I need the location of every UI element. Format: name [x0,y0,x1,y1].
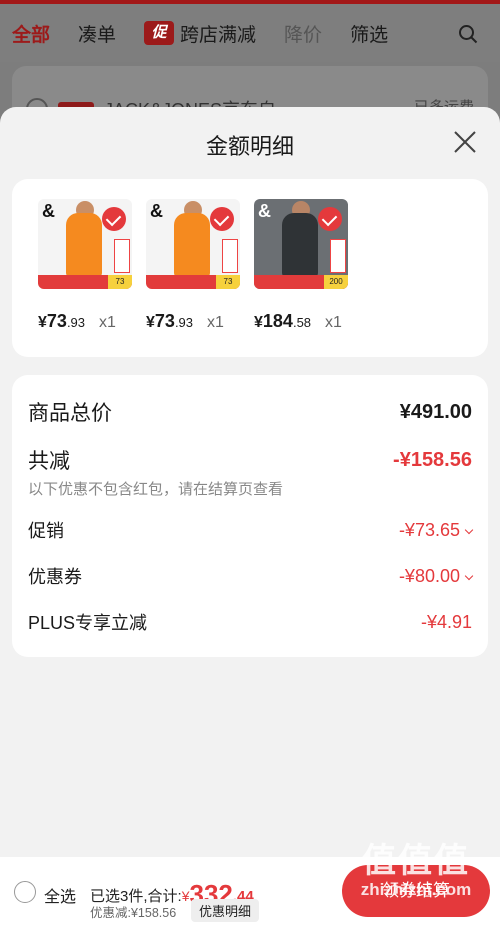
product-quantity: x1 [325,314,342,331]
product-quantity: x1 [99,314,116,331]
reduce-hint: 以下优惠不包含红包，请在结算页查看 [28,481,284,498]
price-decimal: .93 [174,315,194,330]
price-symbol: ¥ [146,314,155,331]
chevron-down-icon[interactable] [464,571,474,580]
price-integer: 73 [154,311,175,331]
image-price-strip-end: 73 [216,275,240,289]
discount-text: 优惠减:¥158.56 [90,906,177,920]
watermark: 值值值 zhizhizhi.com [342,842,490,900]
coupon-row[interactable]: 优惠券 -¥80.00 [28,563,474,589]
model-shirt [66,213,102,277]
brand-logo-icon: & [150,201,163,221]
total-reduce-row: 共减 -¥158.56 [28,445,472,475]
sheet-title: 金额明细 [205,134,294,159]
product-item[interactable]: & 73 ¥ 73 .93 x1 [38,199,134,357]
tab-filter[interactable]: 筛选 [350,20,388,47]
plus-row: PLUS专享立减 -¥4.91 [28,609,472,635]
total-price-label: 商品总价 [28,402,112,425]
brand-logo-icon: & [258,201,271,221]
plus-label: PLUS专享立减 [28,613,148,633]
check-icon [318,207,342,231]
coupon-value-wrap: -¥80.00 [398,565,474,587]
image-price-strip-end: 73 [108,275,132,289]
price-symbol: ¥ [254,314,263,331]
promo-row[interactable]: 促销 -¥73.65 [28,517,474,543]
promo-label: 促销 [28,521,64,541]
model-shirt [174,213,210,277]
product-price: ¥ 73 .93 x1 [146,311,242,332]
price-integer: 184 [262,311,293,331]
price-summary: 商品总价 ¥491.00 共减 -¥158.56 以下优惠不包含红包，请在结算页… [12,375,488,657]
product-item[interactable]: & 200 ¥ 184 .58 x1 [254,199,350,357]
coupon-value: -¥80.00 [398,565,460,586]
close-icon[interactable] [452,129,478,155]
promo-value-wrap: -¥73.65 [398,519,474,541]
product-image: & 73 [146,199,240,289]
price-decimal: .93 [66,315,86,330]
check-icon [210,207,234,231]
price-symbol: ¥ [38,314,47,331]
sheet-header: 金额明细 [0,107,500,179]
tab-all[interactable]: 全部 [12,20,50,47]
background-tabs: 全部 凑单 促 跨店满减 降价 筛选 [0,4,500,62]
tab-price-drop[interactable]: 降价 [284,20,322,47]
product-price: ¥ 73 .93 x1 [38,311,134,332]
tab-cross-store-label: 跨店满减 [180,24,257,46]
image-side-tag [330,239,346,273]
product-image: & 73 [38,199,132,289]
total-reduce-value: -¥158.56 [393,448,472,471]
model-jacket [282,213,318,277]
watermark-logo: 值值值 [362,842,470,880]
image-side-tag [114,239,130,273]
total-price-value: ¥491.00 [399,400,472,423]
select-all-label[interactable]: 全选 [44,883,76,907]
chevron-down-icon[interactable] [464,525,474,534]
total-reduce-label: 共减 [28,450,70,473]
amount-detail-sheet: 金额明细 & 73 ¥ 73 .93 x1 & 73 ¥ 73 .93 x1 &… [0,107,500,857]
watermark-url: zhizhizhi.com [360,880,472,899]
product-item[interactable]: & 73 ¥ 73 .93 x1 [146,199,242,357]
total-symbol: ¥ [181,888,190,904]
product-price: ¥ 184 .58 x1 [254,311,350,332]
select-all-radio[interactable] [14,881,36,903]
total-price-row: 商品总价 ¥491.00 [28,397,472,427]
product-image: & 200 [254,199,348,289]
price-decimal: .58 [292,315,312,330]
tab-cross-store[interactable]: 促 跨店满减 [144,20,256,47]
check-icon [102,207,126,231]
coupon-label: 优惠券 [28,567,82,587]
brand-logo-icon: & [42,201,55,221]
image-side-tag [222,239,238,273]
promo-value: -¥73.65 [398,519,460,540]
discount-detail-button[interactable]: 优惠明细 [191,899,260,922]
price-integer: 73 [46,311,67,331]
product-list: & 73 ¥ 73 .93 x1 & 73 ¥ 73 .93 x1 & 200 … [12,179,488,357]
promo-tag: 促 [144,21,175,45]
background-header: 全部 凑单 促 跨店满减 降价 筛选 [0,0,500,62]
product-quantity: x1 [207,314,224,331]
plus-value: -¥4.91 [420,611,472,632]
image-price-strip-end: 200 [324,275,348,289]
search-icon[interactable] [458,24,478,44]
tab-bundle[interactable]: 凑单 [78,20,116,47]
